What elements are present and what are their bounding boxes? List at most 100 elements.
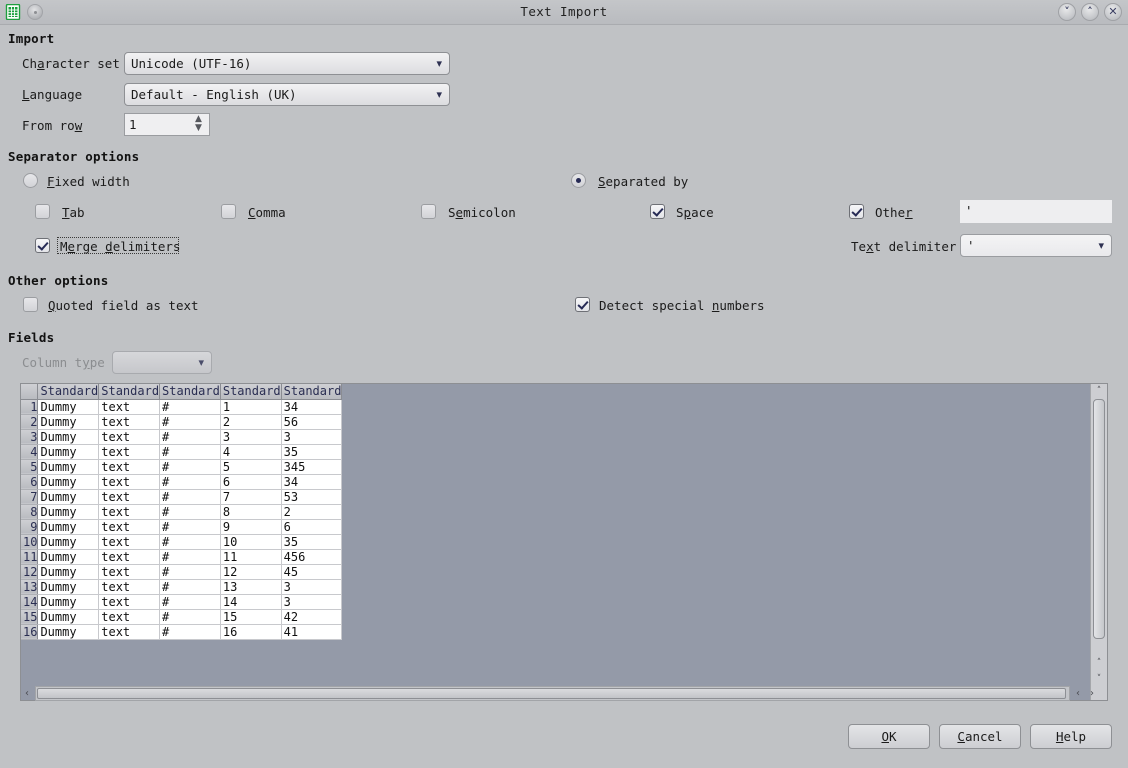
preview-body: 1 Dummy text #1 34 2 Dummy text #2 56 3 Dummy text #3…: [21, 399, 343, 640]
table-row: 5 Dummy text #5 345: [21, 459, 343, 475]
row-header: 9: [21, 519, 39, 535]
table-cell: 3: [281, 429, 343, 445]
column-header[interactable]: Standard: [281, 384, 343, 400]
table-cell: #: [159, 519, 221, 535]
table-cell: text: [98, 489, 161, 505]
other-label: Other: [875, 205, 913, 220]
text-delimiter-value: ': [967, 238, 975, 253]
scroll-down-icon[interactable]: ˅: [1091, 672, 1107, 686]
tab-label: Tab: [62, 205, 85, 220]
table-cell: Dummy: [37, 609, 100, 625]
scroll-left-small-icon[interactable]: ‹: [1072, 687, 1084, 701]
language-select[interactable]: Default - English (UK) ▾: [124, 83, 450, 106]
other-checkbox[interactable]: [849, 204, 864, 219]
character-set-label: Character set: [22, 56, 120, 71]
fields-preview-area[interactable]: Standard Standard Standard Standard Standard…: [20, 383, 1108, 701]
horizontal-scroll-thumb[interactable]: [37, 688, 1066, 699]
character-set-value: Unicode (UTF-16): [131, 56, 252, 71]
table-cell: 16: [220, 624, 282, 640]
merge-delimiters-checkbox[interactable]: [35, 238, 50, 253]
detect-special-numbers-checkbox[interactable]: [575, 297, 590, 312]
table-cell: Dummy: [37, 564, 100, 580]
table-cell: 12: [220, 564, 282, 580]
scroll-left-icon[interactable]: ‹: [20, 687, 34, 701]
table-cell: 11: [220, 549, 282, 565]
horizontal-scroll-track[interactable]: [35, 686, 1070, 701]
fields-preview-grid[interactable]: Standard Standard Standard Standard Standard…: [21, 384, 343, 640]
table-cell: 35: [281, 534, 343, 550]
column-header-row: Standard Standard Standard Standard Standard: [21, 384, 343, 400]
table-cell: 14: [220, 594, 282, 610]
scroll-up-icon[interactable]: ˄: [1091, 384, 1107, 398]
chevron-down-icon: ▾: [198, 356, 204, 369]
tab-checkbox[interactable]: [35, 204, 50, 219]
other-separator-input[interactable]: ': [960, 200, 1112, 223]
table-cell: Dummy: [37, 504, 100, 520]
row-header: 13: [21, 579, 39, 595]
text-delimiter-select[interactable]: ' ▾: [960, 234, 1112, 257]
separated-by-radio[interactable]: [571, 173, 586, 188]
preview-table: Standard Standard Standard Standard Standard…: [21, 384, 343, 640]
close-button[interactable]: ✕: [1104, 3, 1122, 21]
maximize-button[interactable]: ˄: [1081, 3, 1099, 21]
table-cell: text: [98, 444, 161, 460]
table-cell: #: [159, 444, 221, 460]
column-header[interactable]: Standard: [159, 384, 221, 400]
space-checkbox[interactable]: [650, 204, 665, 219]
column-header[interactable]: Standard: [98, 384, 161, 400]
table-cell: #: [159, 579, 221, 595]
scroll-up-small-icon[interactable]: ˄: [1091, 656, 1107, 670]
table-cell: 3: [220, 429, 282, 445]
row-header: 14: [21, 594, 39, 610]
table-cell: 42: [281, 609, 343, 625]
minimize-button[interactable]: ˅: [1058, 3, 1076, 21]
table-cell: 45: [281, 564, 343, 580]
row-header: 12: [21, 564, 39, 580]
comma-checkbox[interactable]: [221, 204, 236, 219]
table-cell: #: [159, 609, 221, 625]
table-cell: 1: [220, 399, 282, 415]
table-cell: 13: [220, 579, 282, 595]
table-row: 1 Dummy text #1 34: [21, 399, 343, 415]
table-cell: 3: [281, 579, 343, 595]
table-cell: #: [159, 459, 221, 475]
quoted-field-checkbox[interactable]: [23, 297, 38, 312]
table-cell: 56: [281, 414, 343, 430]
table-cell: text: [98, 414, 161, 430]
preview-horizontal-scrollbar[interactable]: ‹ ‹ ›: [20, 685, 1108, 703]
table-cell: 15: [220, 609, 282, 625]
table-cell: 35: [281, 444, 343, 460]
ok-button[interactable]: OK: [848, 724, 930, 749]
table-cell: #: [159, 429, 221, 445]
row-header: 2: [21, 414, 39, 430]
table-cell: #: [159, 594, 221, 610]
cancel-button[interactable]: Cancel: [939, 724, 1021, 749]
row-header: 8: [21, 504, 39, 520]
table-cell: text: [98, 504, 161, 520]
preview-vertical-scrollbar[interactable]: ˄ ˄ ˅: [1090, 384, 1107, 700]
character-set-select[interactable]: Unicode (UTF-16) ▾: [124, 52, 450, 75]
table-cell: 10: [220, 534, 282, 550]
spinner-arrows-icon[interactable]: ▲ ▼: [192, 115, 205, 134]
column-header[interactable]: Standard: [37, 384, 100, 400]
table-cell: Dummy: [37, 474, 100, 490]
table-row: 16 Dummy text #16 41: [21, 624, 343, 640]
title-bar: Text Import ˅ ˄ ✕: [0, 0, 1128, 25]
fixed-width-radio[interactable]: [23, 173, 38, 188]
detect-special-numbers-label: Detect special numbers: [599, 298, 765, 313]
table-row: 9 Dummy text #9 6: [21, 519, 343, 535]
from-row-stepper[interactable]: 1 ▲ ▼: [124, 113, 210, 136]
text-delimiter-label: Text delimiter: [851, 239, 957, 254]
table-cell: 345: [281, 459, 343, 475]
help-button[interactable]: Help: [1030, 724, 1112, 749]
row-header: 4: [21, 444, 39, 460]
table-row: 14 Dummy text #14 3: [21, 594, 343, 610]
table-cell: 9: [220, 519, 282, 535]
scroll-right-icon[interactable]: ›: [1086, 687, 1098, 701]
column-header[interactable]: Standard: [220, 384, 282, 400]
vertical-scroll-thumb[interactable]: [1093, 399, 1105, 639]
table-cell: text: [98, 519, 161, 535]
table-cell: text: [98, 459, 161, 475]
table-row: 3 Dummy text #3 3: [21, 429, 343, 445]
semicolon-checkbox[interactable]: [421, 204, 436, 219]
